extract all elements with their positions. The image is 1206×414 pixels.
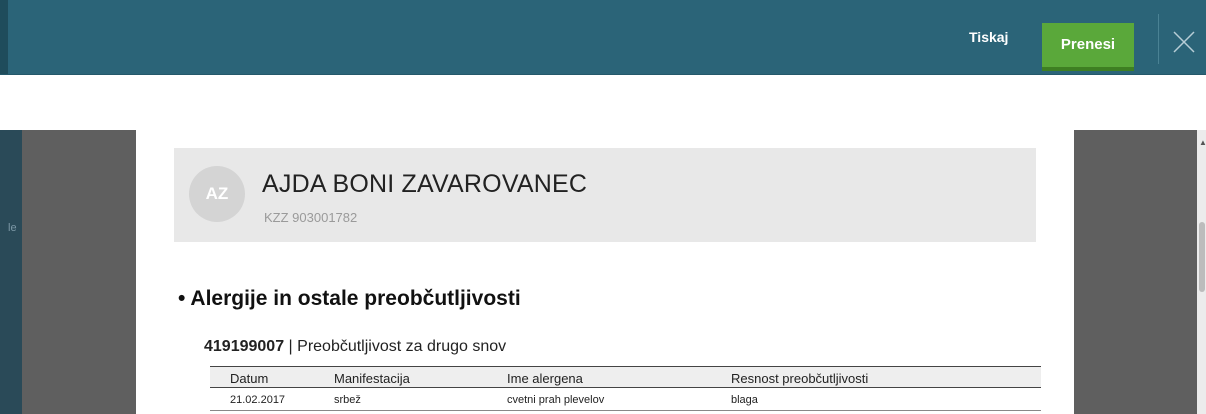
table-header-date: Datum	[230, 371, 269, 386]
allergy-separator: |	[284, 338, 298, 355]
table-cell-manifestation: srbež	[334, 394, 361, 406]
patient-name: AJDA BONI ZAVAROVANEC	[262, 170, 588, 198]
section-heading: • Alergije in ostale preobčutljivosti	[178, 287, 521, 311]
patient-kzz-number: KZZ 903001782	[264, 210, 358, 225]
close-icon[interactable]	[1172, 30, 1196, 54]
table-border	[210, 410, 1041, 411]
download-button[interactable]: Prenesi	[1042, 23, 1134, 71]
table-header-severity: Resnost preobčutljivosti	[731, 371, 869, 386]
scrollbar-thumb[interactable]	[1199, 222, 1205, 292]
toolbar-separator	[1158, 14, 1159, 64]
table-cell-severity: blaga	[731, 394, 758, 406]
table-header-manifestation: Manifestacija	[334, 371, 410, 386]
allergy-entry: 419199007 | Preobčutljivost za drugo sno…	[204, 338, 506, 356]
allergy-code: 419199007	[204, 338, 285, 355]
toolbar-subbar	[0, 75, 1206, 130]
table-header-allergen: Ime alergena	[507, 371, 583, 386]
table-cell-date: 21.02.2017	[230, 394, 286, 406]
print-button[interactable]: Tiskaj	[969, 0, 1008, 74]
section-title: Alergije in ostale preobčutljivosti	[190, 287, 521, 310]
table-cell-allergen: cvetni prah plevelov	[507, 394, 605, 406]
table-border	[210, 387, 1041, 388]
scroll-up-arrow-icon[interactable]: ▲	[1199, 138, 1206, 147]
background-fragment: le	[8, 222, 17, 234]
avatar: AZ	[189, 166, 245, 222]
allergy-description: Preobčutljivost za drugo snov	[297, 338, 507, 355]
viewer-toolbar: Tiskaj Prenesi	[0, 0, 1206, 75]
toolbar-left-edge	[0, 0, 8, 74]
bullet: •	[178, 287, 186, 310]
